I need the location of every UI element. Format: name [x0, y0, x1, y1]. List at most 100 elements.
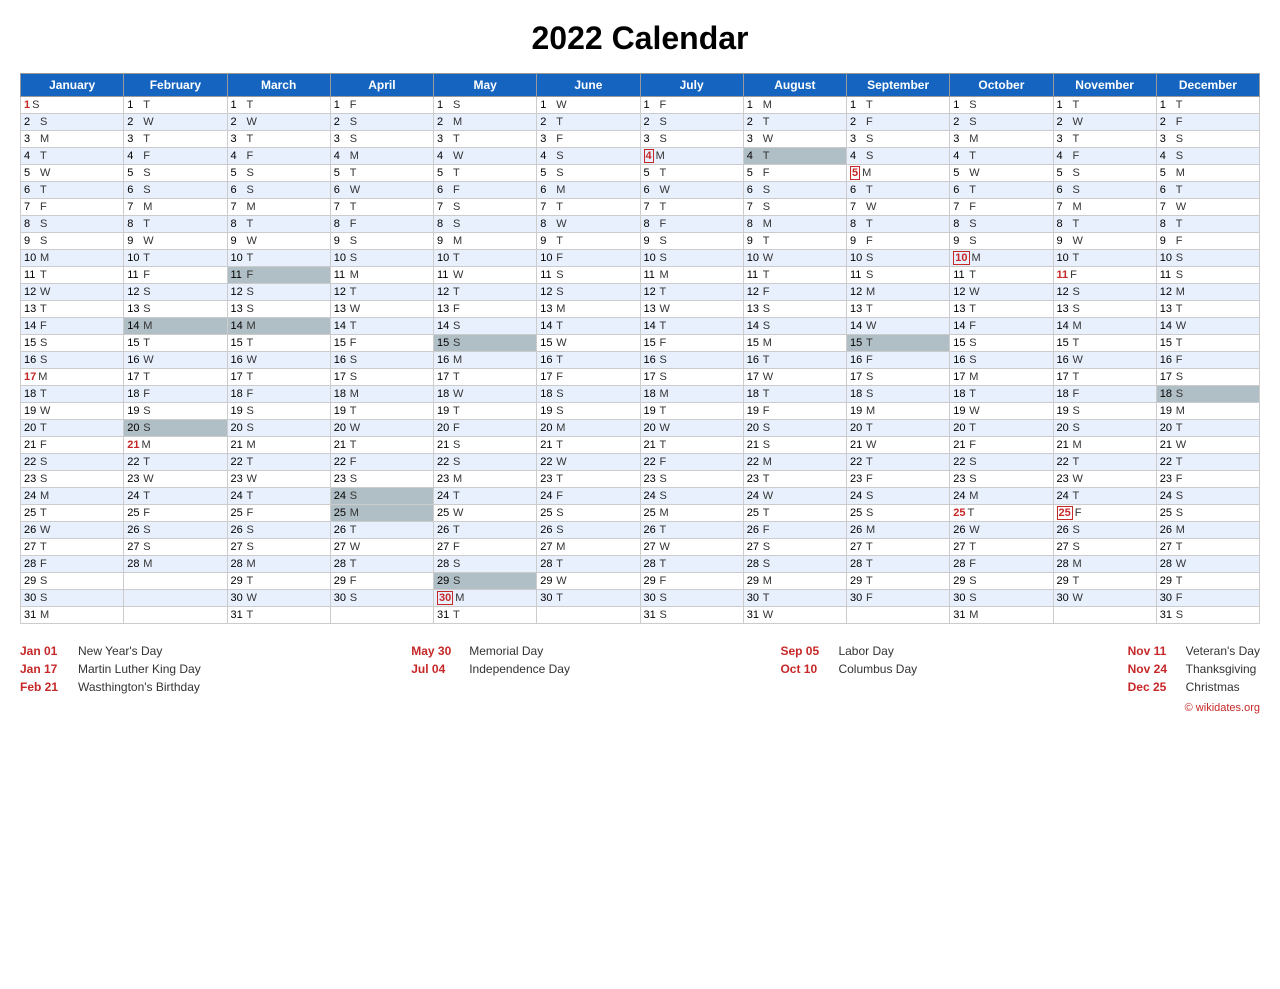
day-letter: S — [143, 422, 150, 434]
day-num: 22 — [953, 456, 967, 468]
calendar-cell: 7 F — [950, 199, 1053, 216]
day-num: 25 — [1160, 507, 1174, 519]
day-letter: T — [143, 133, 150, 145]
day-num: 24 — [334, 490, 348, 502]
day-letter: S — [660, 490, 667, 502]
calendar-cell: 31 M — [950, 607, 1053, 624]
day-num: 20 — [1160, 422, 1174, 434]
day-letter: W — [453, 269, 463, 281]
day-num: 29 — [953, 575, 967, 587]
day-letter: F — [556, 371, 563, 383]
calendar-cell: 30 W — [1053, 590, 1156, 607]
calendar-cell: 21 S — [434, 437, 537, 454]
day-letter: S — [247, 286, 254, 298]
day-num: 28 — [127, 558, 141, 570]
day-num: 18 — [540, 388, 554, 400]
calendar-cell: 25 W — [434, 505, 537, 522]
holiday-name: Independence Day — [469, 662, 570, 676]
day-letter: F — [660, 218, 667, 230]
calendar-cell: 28 S — [743, 556, 846, 573]
day-num: 19 — [747, 405, 761, 417]
day-num: 12 — [644, 286, 658, 298]
calendar-cell: 3 S — [847, 131, 950, 148]
day-num: 10 — [437, 252, 451, 264]
calendar-cell: 17 T — [227, 369, 330, 386]
calendar-cell: 6 T — [21, 182, 124, 199]
day-num: 7 — [644, 201, 658, 213]
day-letter: F — [969, 320, 976, 332]
day-letter: S — [40, 456, 47, 468]
day-num: 4 — [1057, 150, 1071, 162]
day-num: 29 — [231, 575, 245, 587]
day-num: 18 — [953, 388, 967, 400]
calendar-cell: 23 S — [950, 471, 1053, 488]
day-letter: F — [143, 388, 150, 400]
day-letter: F — [969, 439, 976, 451]
day-num: 17 — [334, 371, 348, 383]
calendar-cell: 20 W — [330, 420, 433, 437]
day-letter: M — [1073, 439, 1082, 451]
day-num: 6 — [1160, 184, 1174, 196]
calendar-cell: 7 T — [640, 199, 743, 216]
calendar-cell: 11 T — [21, 267, 124, 284]
day-num: 12 — [127, 286, 141, 298]
calendar-cell: 15 T — [847, 335, 950, 352]
day-letter: S — [453, 320, 460, 332]
day-num: 24 — [953, 490, 967, 502]
footer-text: © wikidates.org — [20, 702, 1260, 714]
day-letter: W — [143, 235, 153, 247]
calendar-cell: 28 T — [330, 556, 433, 573]
calendar-cell — [537, 607, 640, 624]
day-num: 29 — [850, 575, 864, 587]
day-num: 8 — [437, 218, 451, 230]
calendar-cell: 28 M — [1053, 556, 1156, 573]
day-num: 8 — [24, 218, 38, 230]
day-num: 19 — [953, 405, 967, 417]
day-letter: M — [247, 201, 256, 213]
calendar-cell: 17 W — [743, 369, 846, 386]
calendar-cell: 8 S — [434, 216, 537, 233]
day-letter: T — [660, 405, 667, 417]
calendar-cell: 27 M — [537, 539, 640, 556]
day-letter: S — [1176, 388, 1183, 400]
holiday-name: Columbus Day — [838, 662, 917, 676]
calendar-cell: 5 S — [124, 165, 227, 182]
day-num: 5 — [540, 167, 554, 179]
day-num: 25 — [540, 507, 554, 519]
day-num: 21 — [644, 439, 658, 451]
day-num: 22 — [1057, 456, 1071, 468]
day-num: 17 — [127, 371, 141, 383]
day-num: 4 — [334, 150, 348, 162]
day-letter: F — [40, 320, 47, 332]
day-letter: T — [350, 524, 357, 536]
calendar-cell: 24 T — [1053, 488, 1156, 505]
day-num: 19 — [850, 405, 864, 417]
calendar-cell: 2 S — [21, 114, 124, 131]
day-num: 30 — [1057, 592, 1071, 604]
calendar-cell: 16 F — [847, 352, 950, 369]
calendar-cell — [124, 590, 227, 607]
day-num: 14 — [1057, 320, 1071, 332]
day-num: 26 — [1160, 524, 1174, 536]
day-letter: S — [32, 99, 39, 111]
calendar-cell: 16 W — [124, 352, 227, 369]
calendar-cell: 21 T — [640, 437, 743, 454]
calendar-cell: 28 T — [847, 556, 950, 573]
day-letter: T — [866, 541, 873, 553]
day-num: 19 — [644, 405, 658, 417]
day-letter: T — [660, 439, 667, 451]
calendar-cell: 1 F — [330, 97, 433, 114]
day-letter: F — [1176, 473, 1183, 485]
calendar-cell: 28 F — [21, 556, 124, 573]
calendar-cell: 9 M — [434, 233, 537, 250]
holiday-name: Labor Day — [838, 644, 893, 658]
calendar-cell: 18 T — [950, 386, 1053, 403]
day-letter: W — [866, 320, 876, 332]
calendar-cell: 2 T — [537, 114, 640, 131]
calendar-cell: 4 F — [227, 148, 330, 165]
day-num: 3 — [953, 133, 967, 145]
day-num: 26 — [231, 524, 245, 536]
day-letter: M — [143, 558, 152, 570]
day-letter: S — [763, 558, 770, 570]
day-num: 23 — [540, 473, 554, 485]
